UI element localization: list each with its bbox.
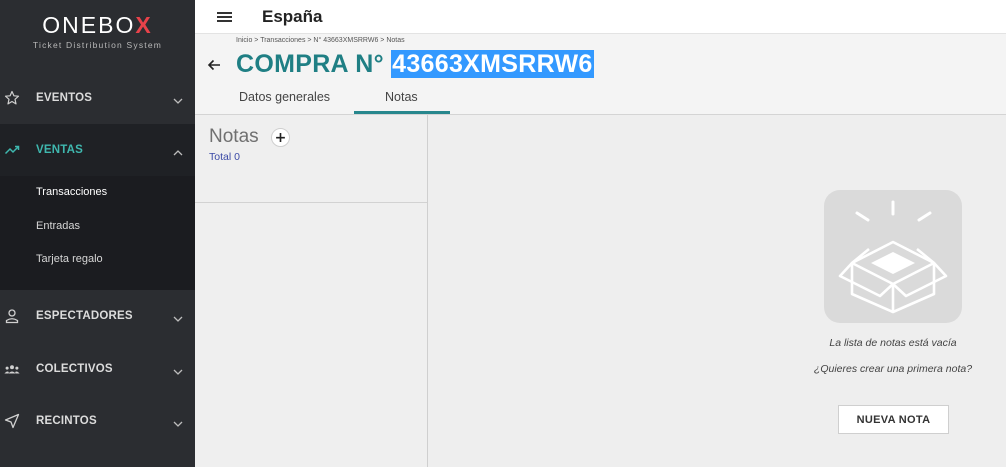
- star-icon: [4, 90, 20, 106]
- empty-state-subtitle: ¿Quieres crear una primera nota?: [813, 363, 973, 375]
- chevron-down-icon: [172, 310, 184, 322]
- nav-item-eventos[interactable]: EVENTOS: [0, 72, 195, 124]
- nav-item-recintos[interactable]: RECINTOS: [0, 395, 195, 447]
- chevron-down-icon: [172, 415, 184, 427]
- notes-detail-panel: La lista de notas está vacía ¿Quieres cr…: [428, 115, 1006, 467]
- tab-notas[interactable]: Notas: [385, 90, 418, 104]
- top-bar-title: España: [262, 7, 323, 26]
- nav-item-label: EVENTOS: [36, 92, 93, 104]
- breadcrumb[interactable]: Inicio > Transacciones > N° 43663XMSRRW6…: [236, 37, 405, 44]
- empty-box-icon: [824, 190, 962, 323]
- new-note-button[interactable]: NUEVA NOTA: [838, 405, 949, 434]
- trending-up-icon: [4, 142, 20, 158]
- notes-list-panel: Notas + Total 0: [195, 115, 428, 467]
- logo-accent: X: [135, 12, 153, 38]
- logo-subtitle: Ticket Distribution System: [32, 40, 163, 50]
- nav-item-colectivos[interactable]: COLECTIVOS: [0, 343, 195, 395]
- empty-state-title: La lista de notas está vacía: [829, 337, 957, 349]
- logo[interactable]: ONEBOX Ticket Distribution System: [0, 12, 195, 50]
- logo-text: ONEBO: [42, 12, 136, 38]
- nav-item-label: ESPECTADORES: [36, 310, 133, 322]
- nav-item-espectadores[interactable]: ESPECTADORES: [0, 290, 195, 342]
- submenu-item-transacciones[interactable]: Transacciones: [36, 186, 107, 198]
- submenu-item-entradas[interactable]: Entradas: [36, 220, 80, 232]
- nav-item-label: RECINTOS: [36, 415, 97, 427]
- tab-datos-generales[interactable]: Datos generales: [239, 90, 330, 104]
- divider: [195, 202, 427, 203]
- ventas-submenu: Transacciones Entradas Tarjeta regalo: [0, 176, 195, 290]
- person-icon: [4, 308, 20, 324]
- chevron-down-icon: [172, 92, 184, 104]
- sidebar: ONEBOX Ticket Distribution System EVENTO…: [0, 0, 195, 467]
- page-header: Inicio > Transacciones > N° 43663XMSRRW6…: [195, 34, 1006, 115]
- group-icon: [4, 361, 20, 377]
- navigation-icon: [4, 413, 20, 429]
- chevron-down-icon: [172, 363, 184, 375]
- back-arrow-icon[interactable]: [207, 57, 221, 71]
- notes-total: Total 0: [209, 151, 240, 163]
- nav-item-label: VENTAS: [36, 144, 83, 156]
- top-bar: España: [195, 0, 1006, 34]
- notes-title: Notas: [209, 126, 259, 147]
- nav-item-ventas[interactable]: VENTAS: [0, 124, 195, 176]
- active-tab-indicator: [354, 111, 450, 114]
- menu-icon[interactable]: [217, 12, 232, 22]
- page-title-prefix: COMPRA N°: [236, 50, 392, 78]
- add-note-button[interactable]: +: [271, 128, 290, 147]
- page-title-id: 43663XMSRRW6: [391, 50, 594, 78]
- chevron-up-icon: [172, 144, 184, 156]
- page-title: COMPRA N° 43663XMSRRW6: [236, 50, 594, 79]
- nav-item-label: COLECTIVOS: [36, 363, 113, 375]
- submenu-item-tarjeta-regalo[interactable]: Tarjeta regalo: [36, 253, 103, 265]
